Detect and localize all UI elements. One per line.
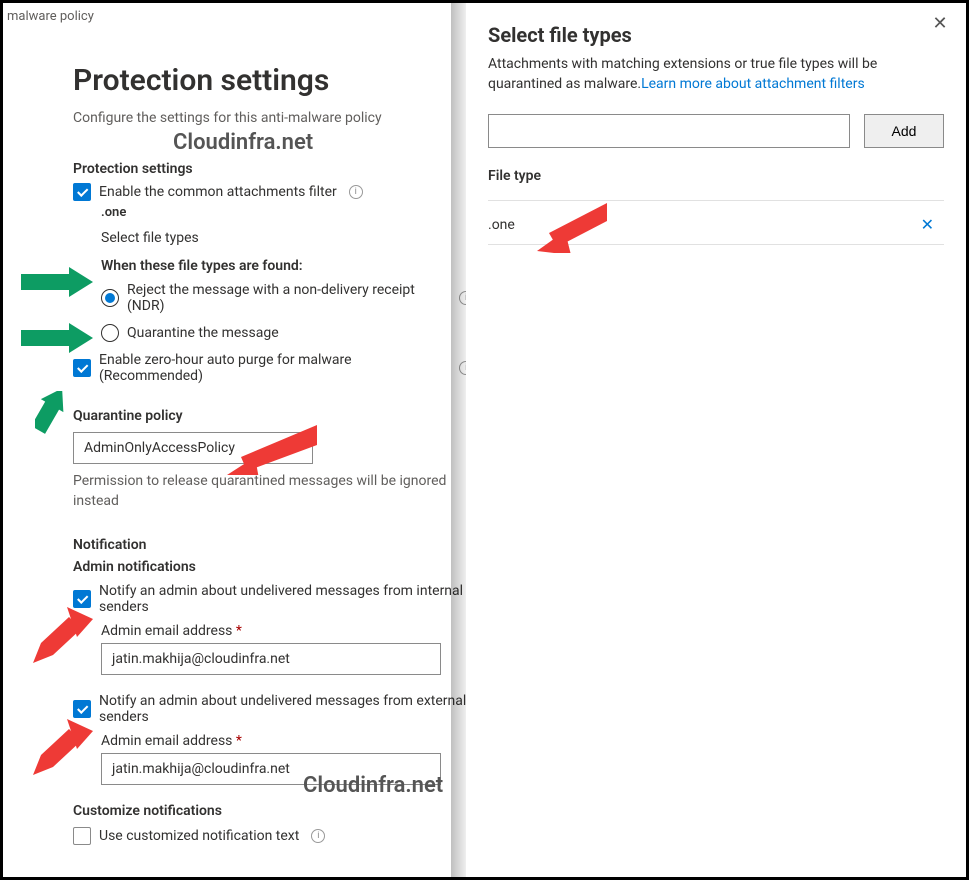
annotation-arrow-red [33, 719, 93, 775]
admin-email-label-2: Admin email address * [101, 733, 473, 749]
label-reject-ndr: Reject the message with a non-delivery r… [127, 282, 447, 314]
annotation-arrow-red [217, 425, 317, 475]
admin-email-label-1: Admin email address * [101, 623, 473, 639]
label-quarantine: Quarantine the message [127, 325, 279, 341]
extension-one: .one [101, 205, 473, 220]
watermark-text-2: Cloudinfra.net [303, 773, 443, 798]
breadcrumb: malware policy [7, 9, 94, 24]
label-notify-internal: Notify an admin about undelivered messag… [99, 583, 473, 615]
label-notify-external: Notify an admin about undelivered messag… [99, 693, 473, 725]
checkbox-notify-internal[interactable] [73, 590, 91, 608]
annotation-arrow-red [537, 203, 607, 253]
customize-notifications-heading: Customize notifications [73, 803, 473, 819]
close-icon[interactable]: ✕ [928, 13, 952, 37]
checkbox-customize-notification[interactable] [73, 827, 91, 845]
file-type-header: File type [488, 168, 944, 184]
label-customize-notification: Use customized notification text [99, 828, 299, 844]
watermark-text: Cloudinfra.net [173, 130, 473, 155]
page-title: Protection settings [73, 63, 473, 98]
select-file-types-link[interactable]: Select file types [101, 230, 473, 246]
annotation-arrow-green [21, 267, 93, 297]
file-type-value: .one [488, 217, 515, 233]
quarantine-policy-value: AdminOnlyAccessPolicy [84, 440, 235, 456]
label-common-attachments-filter: Enable the common attachments filter [99, 184, 337, 200]
notification-heading: Notification [73, 537, 473, 553]
annotation-arrow-green [35, 391, 85, 441]
quarantine-policy-label: Quarantine policy [73, 408, 473, 424]
when-found-label: When these file types are found: [101, 258, 473, 274]
quarantine-policy-note: Permission to release quarantined messag… [73, 472, 473, 511]
learn-more-link[interactable]: Learn more about attachment filters [641, 76, 865, 92]
file-type-input[interactable] [488, 114, 850, 148]
info-icon[interactable]: i [349, 185, 363, 199]
checkbox-notify-external[interactable] [73, 700, 91, 718]
flyout-title: Select file types [488, 23, 944, 47]
flyout-description: Attachments with matching extensions or … [488, 55, 944, 94]
radio-quarantine[interactable] [101, 324, 119, 342]
info-icon[interactable]: i [311, 829, 325, 843]
admin-email-input-1[interactable]: jatin.makhija@cloudinfra.net [101, 643, 441, 675]
checkbox-zap[interactable] [73, 359, 91, 377]
select-file-types-flyout: ✕ Select file types Attachments with mat… [466, 3, 966, 877]
checkbox-common-attachments-filter[interactable] [73, 183, 91, 201]
add-button[interactable]: Add [864, 114, 944, 148]
annotation-arrow-green [21, 323, 93, 353]
annotation-arrow-red [33, 607, 93, 663]
radio-reject-ndr[interactable] [101, 289, 119, 307]
admin-notifications-heading: Admin notifications [73, 559, 473, 575]
section-protection-heading: Protection settings [73, 161, 473, 177]
page-subtitle: Configure the settings for this anti-mal… [73, 110, 473, 126]
label-zap: Enable zero-hour auto purge for malware … [99, 352, 447, 384]
remove-file-type-icon[interactable]: ✕ [917, 215, 938, 234]
divider [488, 200, 944, 201]
